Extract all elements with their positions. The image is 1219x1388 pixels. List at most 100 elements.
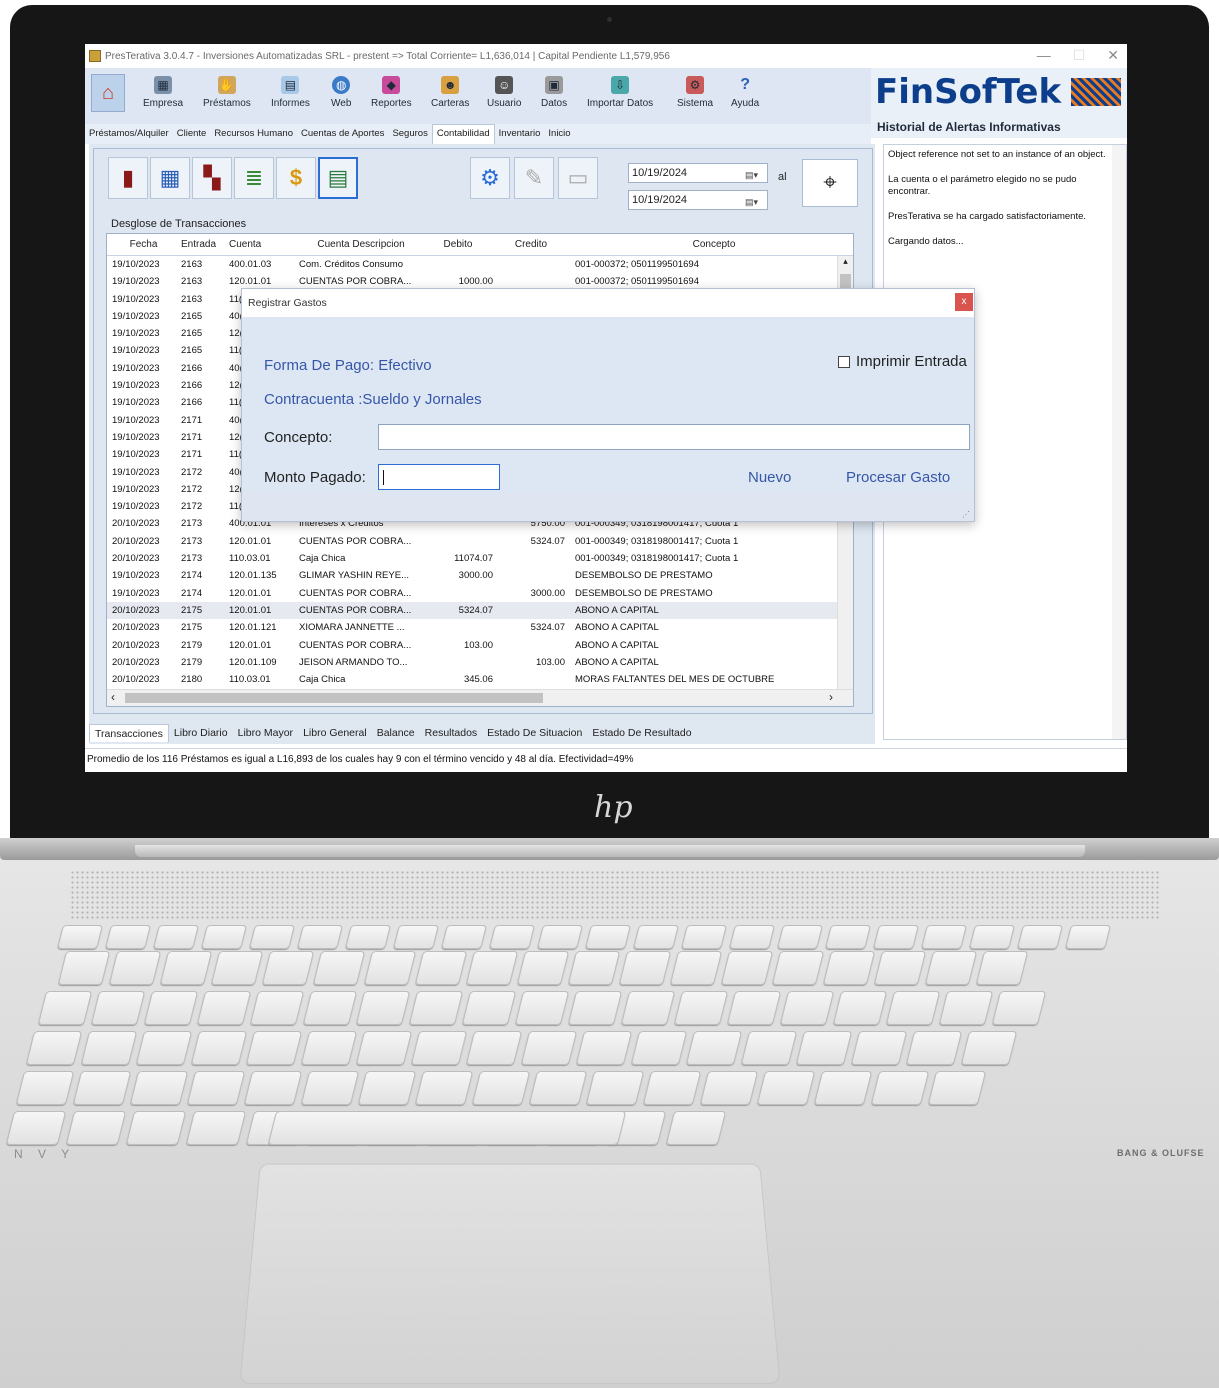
procesar-gasto-button[interactable]: Procesar Gasto [846,469,950,486]
ribbon-datos[interactable]: ▣ Datos [541,76,567,109]
checkbox-icon[interactable] [838,355,850,368]
tab-estado-resultado[interactable]: Estado De Resultado [587,724,696,742]
tab-libro-mayor[interactable]: Libro Mayor [233,724,298,742]
tab-inicio[interactable]: Inicio [544,124,574,144]
keyboard-key [514,991,570,1025]
cell-fecha: 19/10/2023 [112,345,160,357]
tab-inventario[interactable]: Inventario [495,124,545,144]
cell-debito: 103.00 [463,639,493,651]
imprimir-entrada-checkbox[interactable]: Imprimir Entrada [838,353,967,370]
ribbon-usuario[interactable]: ☺ Usuario [487,76,521,109]
cell-credito [497,602,569,619]
close-button[interactable]: ✕ [1107,47,1119,64]
ribbon-sistema[interactable]: ⚙ Sistema [677,76,713,109]
ribbon-importar[interactable]: ⇩ Importar Datos [587,76,653,109]
keyboard-key [25,1031,83,1065]
keyboard-key [489,925,535,949]
table-row[interactable]: 20/10/2023 2175 120.01.01 CUENTAS POR COBRA… [107,601,853,620]
ribbon-prestamos[interactable]: ✋ Préstamos [203,76,251,109]
ribbon-empresa[interactable]: ▦ Empresa [143,76,183,109]
minimize-button[interactable]: — [1037,47,1051,64]
table-row[interactable]: 20/10/2023 2175 120.01.121 XIOMARA JANNETTE… [107,619,853,636]
card-icon[interactable]: ▭ [558,157,598,199]
keyboard-key [185,1111,247,1145]
scroll-up-icon[interactable]: ▴ [838,256,853,267]
home-icon[interactable]: ⌂ [91,74,125,112]
tab-transacciones[interactable]: Transacciones [89,724,169,742]
concepto-label: Concepto: [264,429,333,446]
cell-fecha: 19/10/2023 [112,310,160,322]
calendar-icon[interactable]: ▦ [150,157,190,199]
maximize-button[interactable]: ☐ [1073,47,1086,64]
cell-fecha: 20/10/2023 [112,639,160,651]
col-debito[interactable]: Debito [423,234,497,255]
col-credito[interactable]: Credito [497,234,569,255]
tab-resultados[interactable]: Resultados [420,724,483,742]
keyboard-key [822,951,876,985]
calendar-dropdown-icon[interactable]: ▤▾ [745,193,765,207]
tab-libro-general[interactable]: Libro General [298,724,372,742]
tab-seguros[interactable]: Seguros [388,124,431,144]
table-row[interactable]: 20/10/2023 2173 110.03.01 Caja Chica 11074.0… [107,550,853,567]
dollar-icon[interactable]: $ [276,157,316,199]
tab-libro-diario[interactable]: Libro Diario [169,724,233,742]
contracuenta-label[interactable]: Contracuenta :Sueldo y Jornales [264,391,482,408]
cell-fecha: 19/10/2023 [112,397,160,409]
settings-gear-icon[interactable]: ⚙ [470,157,510,199]
cell-cuenta: 110.03.01 [229,674,271,686]
table-row[interactable]: 19/10/2023 2163 400.01.03 Com. Créditos Con… [107,256,853,273]
table-row[interactable]: 19/10/2023 2174 120.01.01 CUENTAS POR COBRA… [107,585,853,602]
tools-icon[interactable]: ✎ [514,157,554,199]
col-fecha[interactable]: Fecha [107,234,175,255]
tab-cuentas-aportes[interactable]: Cuentas de Aportes [297,124,388,144]
horizontal-scrollbar[interactable]: ‹ › [107,689,853,706]
ribbon-informes[interactable]: ▤ Informes [271,76,310,109]
speaker-grille [70,870,1160,920]
table-row[interactable]: 19/10/2023 2174 120.01.135 GLIMAR YASHIN RE… [107,567,853,584]
col-cuenta-descripcion[interactable]: Cuenta Descripcion [295,234,423,255]
ribbon-web[interactable]: ◍ Web [331,76,351,109]
nuevo-button[interactable]: Nuevo [748,469,791,486]
alerts-scrollbar[interactable] [1112,145,1126,739]
tab-balance[interactable]: Balance [372,724,420,742]
table-row[interactable]: 20/10/2023 2179 120.01.01 CUENTAS POR COBRA… [107,637,853,654]
book-icon[interactable]: ▮ [108,157,148,199]
dialog-close-button[interactable]: x [955,293,973,311]
scroll-left-icon[interactable]: ‹ [111,690,115,704]
keyboard-key [105,925,151,949]
keyboard-key [726,991,782,1025]
table-row[interactable]: 20/10/2023 2179 120.01.109 JEISON ARMANDO T… [107,654,853,671]
cash-register-icon[interactable]: ▤ [318,157,358,199]
concepto-input[interactable] [378,424,970,450]
tab-prestamos[interactable]: Préstamos/Alquiler [85,124,173,144]
col-concepto[interactable]: Concepto [569,234,853,255]
binoculars-search-icon[interactable]: ⌖ [802,159,858,207]
scroll-right-icon[interactable]: › [829,690,833,704]
scroll-thumb[interactable] [125,693,543,703]
keyboard-key [520,1031,578,1065]
cell-entrada: 2175 [181,604,203,616]
tab-contabilidad[interactable]: Contabilidad [431,124,495,144]
monto-input[interactable] [378,464,500,490]
resize-grip-icon[interactable]: ⋰ [962,510,970,519]
documents-icon[interactable]: ▚ [192,157,232,199]
books-stack-icon[interactable]: ≣ [234,157,274,199]
ribbon-ayuda[interactable]: ? Ayuda [731,76,759,109]
cell-descripcion: CUENTAS POR COBRA... [299,639,412,651]
keyboard-key [567,951,621,985]
forma-pago-label[interactable]: Forma De Pago: Efectivo [264,357,432,374]
table-row[interactable]: 20/10/2023 2173 120.01.01 CUENTAS POR COBRA… [107,533,853,550]
tab-recursos-humano[interactable]: Recursos Humano [210,124,297,144]
col-entrada[interactable]: Entrada [175,234,225,255]
cell-credito [497,671,569,688]
ribbon-carteras[interactable]: ☻ Carteras [431,76,469,109]
keyboard-key [528,1071,588,1105]
date-to-input[interactable]: 10/19/2024 ▤▾ [628,190,768,210]
calendar-dropdown-icon[interactable]: ▤▾ [745,166,765,180]
table-row[interactable]: 20/10/2023 2180 110.03.01 Caja Chica 345.06 M… [107,671,853,688]
ribbon-reportes[interactable]: ◆ Reportes [371,76,412,109]
date-from-input[interactable]: 10/19/2024 ▤▾ [628,163,768,183]
tab-cliente[interactable]: Cliente [173,124,211,144]
tab-estado-situacion[interactable]: Estado De Situacion [482,724,587,742]
col-cuenta[interactable]: Cuenta [225,234,295,255]
